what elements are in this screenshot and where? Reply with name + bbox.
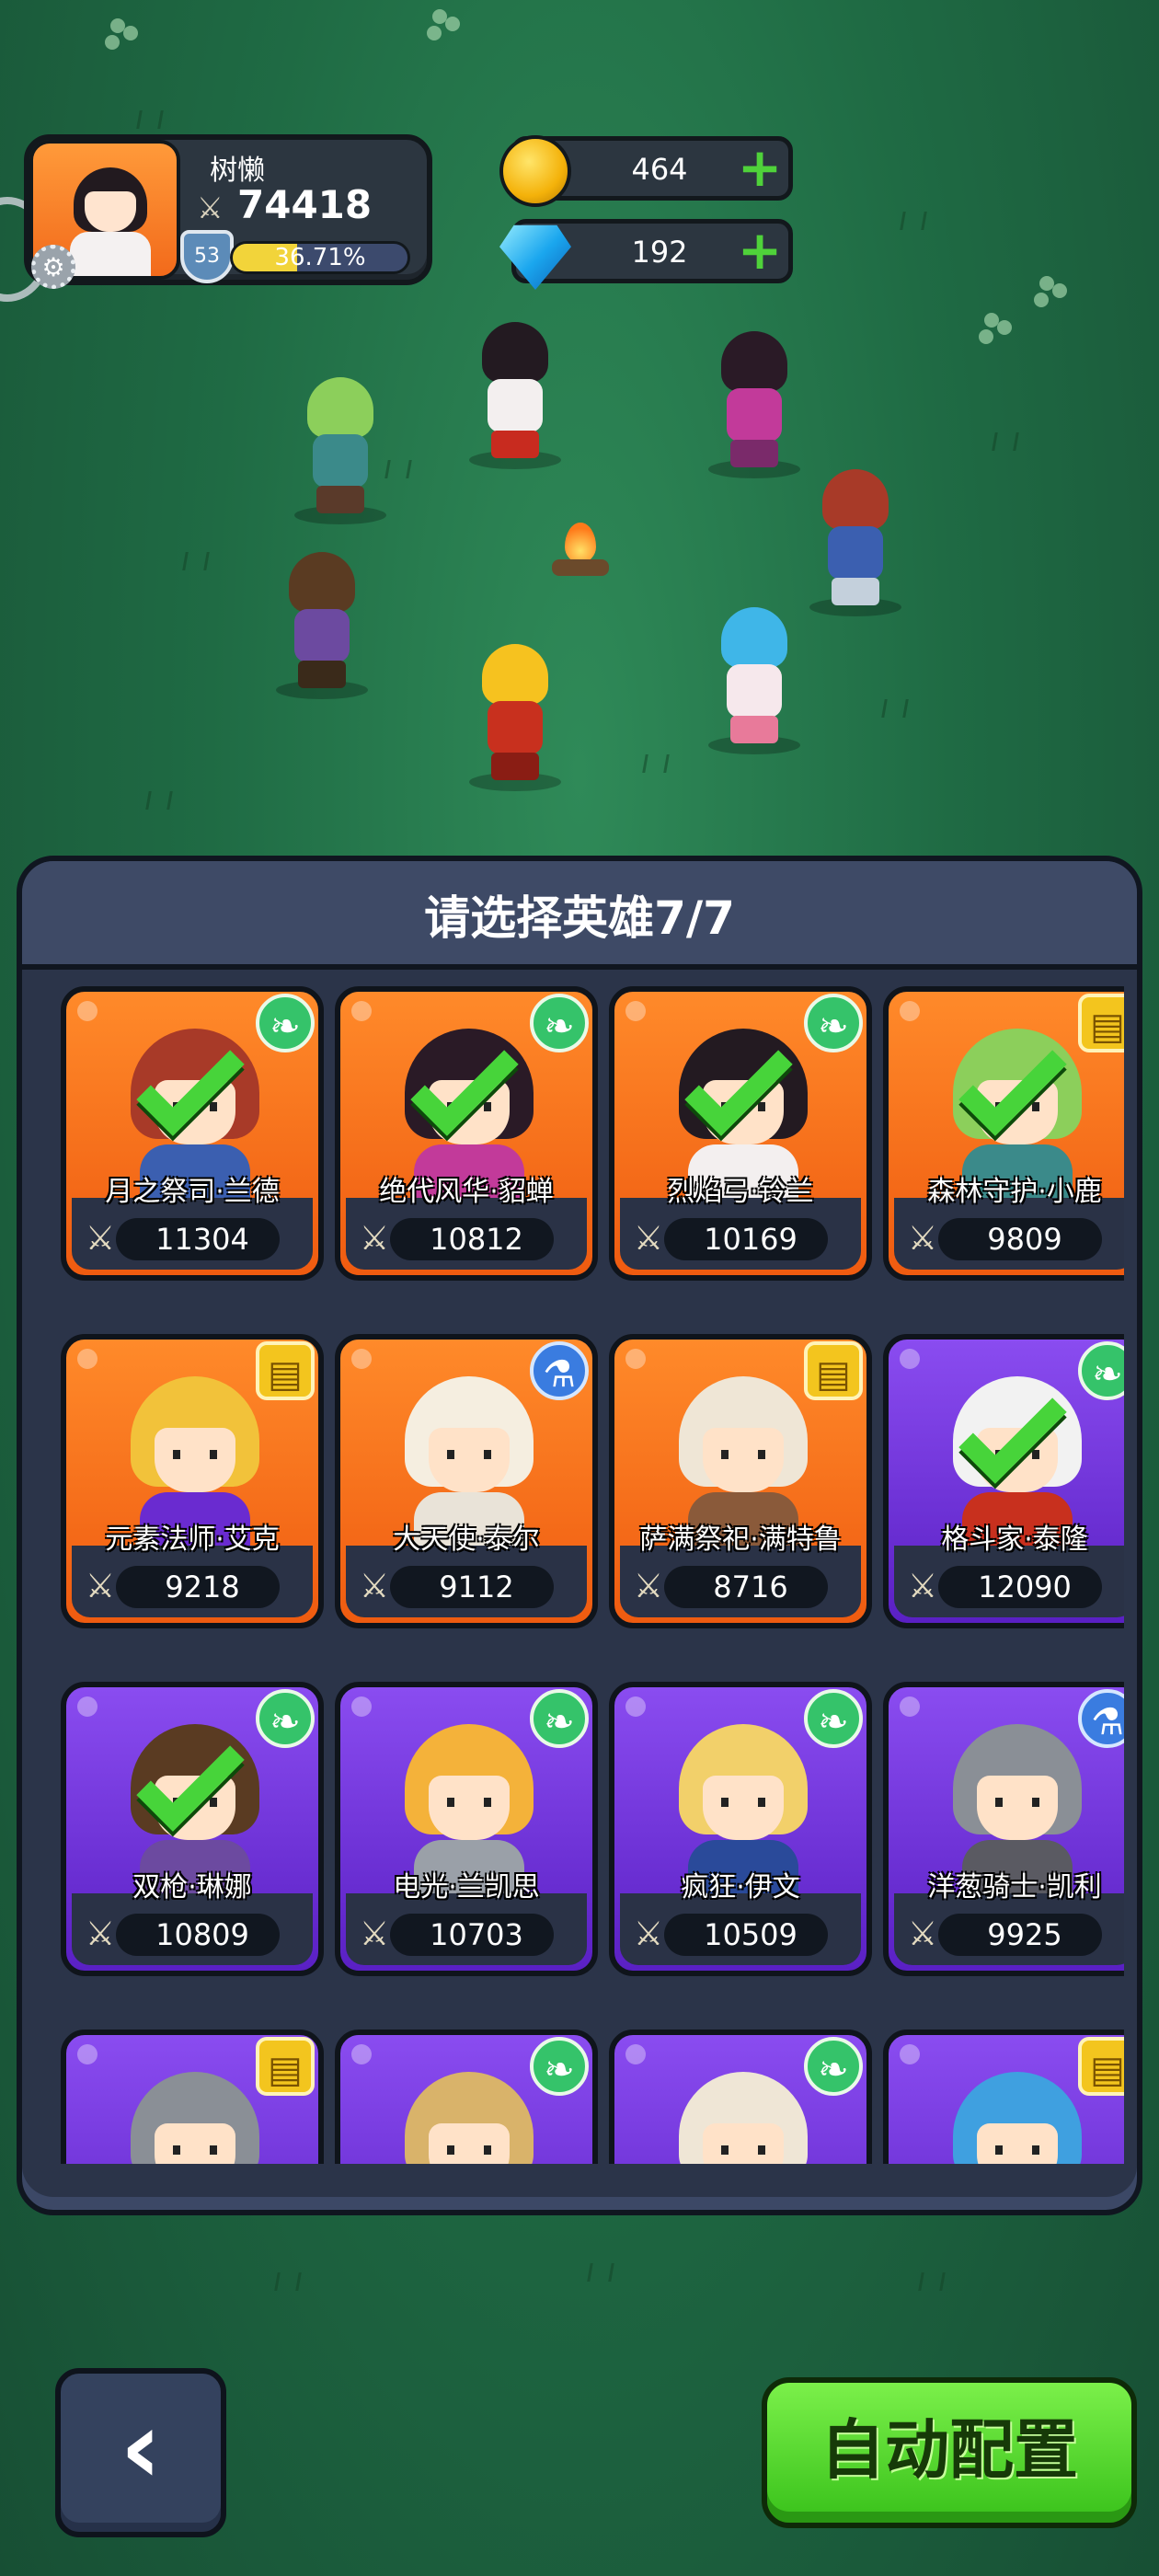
leaf-badge-icon: ❧: [530, 1689, 589, 1748]
hero-card[interactable]: ❧ 格斗家·泰隆 ⚔ 12090: [883, 1334, 1124, 1628]
xp-percent: 36.71%: [274, 244, 366, 271]
gold-coin-icon: [499, 135, 571, 207]
hero-name: 元素法师·艾克: [105, 1524, 280, 1556]
back-button[interactable]: ‹: [55, 2368, 226, 2537]
gold-counter: 464 +: [499, 135, 793, 207]
crossed-swords-icon: ⚔: [197, 190, 224, 225]
gem-counter: 192 +: [499, 219, 793, 290]
hero-power: 9112: [390, 1566, 554, 1608]
leaf-badge-icon: ❧: [530, 994, 589, 1052]
hero-art: [405, 2072, 534, 2164]
panel-header: 请选择英雄7/7: [22, 861, 1137, 970]
hero-card[interactable]: ▤ 森林守护·小鹿 ⚔ 9809: [883, 986, 1124, 1281]
add-gold-button[interactable]: +: [737, 141, 783, 194]
hero-card[interactable]: ❧⚔: [335, 2030, 598, 2164]
hero-art: [679, 2072, 808, 2164]
hero-power: 10169: [664, 1218, 828, 1260]
hero-card[interactable]: ▤ 元素法师·艾克 ⚔ 9218: [61, 1334, 324, 1628]
hero-name: 格斗家·泰隆: [941, 1524, 1088, 1556]
hero-name: 绝代风华·貂蝉: [379, 1176, 554, 1208]
hero-power: 9925: [938, 1914, 1102, 1956]
field-hero-diaochan[interactable]: [699, 331, 809, 478]
hero-card[interactable]: ❧ 疯狂·伊文 ⚔ 10509: [609, 1682, 872, 1976]
xp-progress-bar: 36.71%: [230, 241, 410, 274]
leaf-badge-icon: ❧: [804, 1689, 863, 1748]
hero-power: 11304: [116, 1218, 280, 1260]
hero-card[interactable]: ❧ 电光·兰凯思 ⚔ 10703: [335, 1682, 598, 1976]
hero-power: 10812: [390, 1218, 554, 1260]
hero-name: 萨满祭祀·满特鲁: [639, 1524, 842, 1556]
field-hero-deer-guardian[interactable]: [285, 377, 396, 524]
gold-amount: 464: [631, 152, 688, 187]
leaf-badge-icon: ❧: [804, 994, 863, 1052]
book-badge-icon: ▤: [256, 1341, 315, 1400]
hero-card[interactable]: ▤⚔: [883, 2030, 1124, 2164]
hero-card[interactable]: ❧ 双枪·琳娜 ⚔ 10809: [61, 1682, 324, 1976]
leaf-badge-icon: ❧: [256, 1689, 315, 1748]
hero-power: 9218: [116, 1566, 280, 1608]
hero-name: 烈焰弓·铃兰: [667, 1176, 814, 1208]
hero-card[interactable]: ❧ 月之祭司·兰德 ⚔ 11304: [61, 986, 324, 1281]
hero-card[interactable]: ⚗ 洋葱骑士·凯利 ⚔ 9925: [883, 1682, 1124, 1976]
hero-card-grid[interactable]: ❧ 月之祭司·兰德 ⚔ 11304 ❧ 绝代风华·貂蝉 ⚔ 10812 ❧ 烈焰弓·铃兰 ⚔ 1016…: [35, 975, 1124, 2164]
leaf-badge-icon: ❧: [256, 994, 315, 1052]
book-badge-icon: ▤: [1078, 2037, 1124, 2096]
hero-name: 疯狂·伊文: [681, 1871, 800, 1903]
book-badge-icon: ▤: [804, 1341, 863, 1400]
hero-name: 大天使·泰尔: [393, 1524, 540, 1556]
player-level: 53: [194, 245, 220, 268]
hero-card[interactable]: ❧ 绝代风华·貂蝉 ⚔ 10812: [335, 986, 598, 1281]
hero-card[interactable]: ▤ 萨满祭祀·满特鲁 ⚔ 8716: [609, 1334, 872, 1628]
hero-name: 双枪·琳娜: [132, 1871, 252, 1903]
hero-card[interactable]: ▤⚔: [61, 2030, 324, 2164]
hero-power: 12090: [938, 1566, 1102, 1608]
field-hero-nurse[interactable]: [699, 607, 809, 754]
settings-gear-icon[interactable]: ⚙: [31, 245, 75, 289]
hero-power: 8716: [664, 1566, 828, 1608]
hero-card[interactable]: ❧⚔: [609, 2030, 872, 2164]
leaf-badge-icon: ❧: [530, 2037, 589, 2096]
panel-title: 请选择英雄7/7: [424, 891, 735, 945]
auto-configure-button[interactable]: 自动配置: [762, 2377, 1137, 2528]
hero-art: [953, 2072, 1082, 2164]
campfire-icon: [548, 523, 613, 587]
hero-card[interactable]: ❧ 烈焰弓·铃兰 ⚔ 10169: [609, 986, 872, 1281]
field-hero-moon-priest[interactable]: [800, 469, 911, 616]
diamond-gem-icon: [499, 224, 571, 290]
player-profile-panel[interactable]: 树懒 ⚔ 74418 53 36.71%: [24, 134, 432, 285]
chevron-left-icon: ‹: [120, 2388, 162, 2506]
player-power: 74418: [237, 182, 373, 227]
hero-card[interactable]: ⚗ 大天使·泰尔 ⚔ 9112: [335, 1334, 598, 1628]
hero-art: [131, 2072, 259, 2164]
hero-power: 10703: [390, 1914, 554, 1956]
field-hero-archer-girl[interactable]: [460, 322, 570, 469]
gem-amount: 192: [631, 235, 688, 270]
hero-name: 电光·兰凯思: [393, 1871, 540, 1903]
book-badge-icon: ▤: [1078, 994, 1124, 1052]
field-hero-gunslinger[interactable]: [267, 552, 377, 699]
potion-badge-icon: ⚗: [530, 1341, 589, 1400]
book-badge-icon: ▤: [256, 2037, 315, 2096]
leaf-badge-icon: ❧: [804, 2037, 863, 2096]
hero-name: 洋葱骑士·凯利: [927, 1871, 1102, 1903]
hero-power: 10809: [116, 1914, 280, 1956]
hero-name: 森林守护·小鹿: [927, 1176, 1102, 1208]
hero-select-panel: 请选择英雄7/7 ❧ 月之祭司·兰德 ⚔ 11304 ❧ 绝代风华·貂蝉 ⚔ 10812 ❧ 烈焰…: [17, 856, 1142, 2215]
level-shield-badge: 53: [180, 230, 234, 283]
hero-power: 9809: [938, 1218, 1102, 1260]
field-hero-fighter[interactable]: [460, 644, 570, 791]
hero-name: 月之祭司·兰德: [105, 1176, 280, 1208]
hero-power: 10509: [664, 1914, 828, 1956]
add-gems-button[interactable]: +: [737, 224, 783, 277]
